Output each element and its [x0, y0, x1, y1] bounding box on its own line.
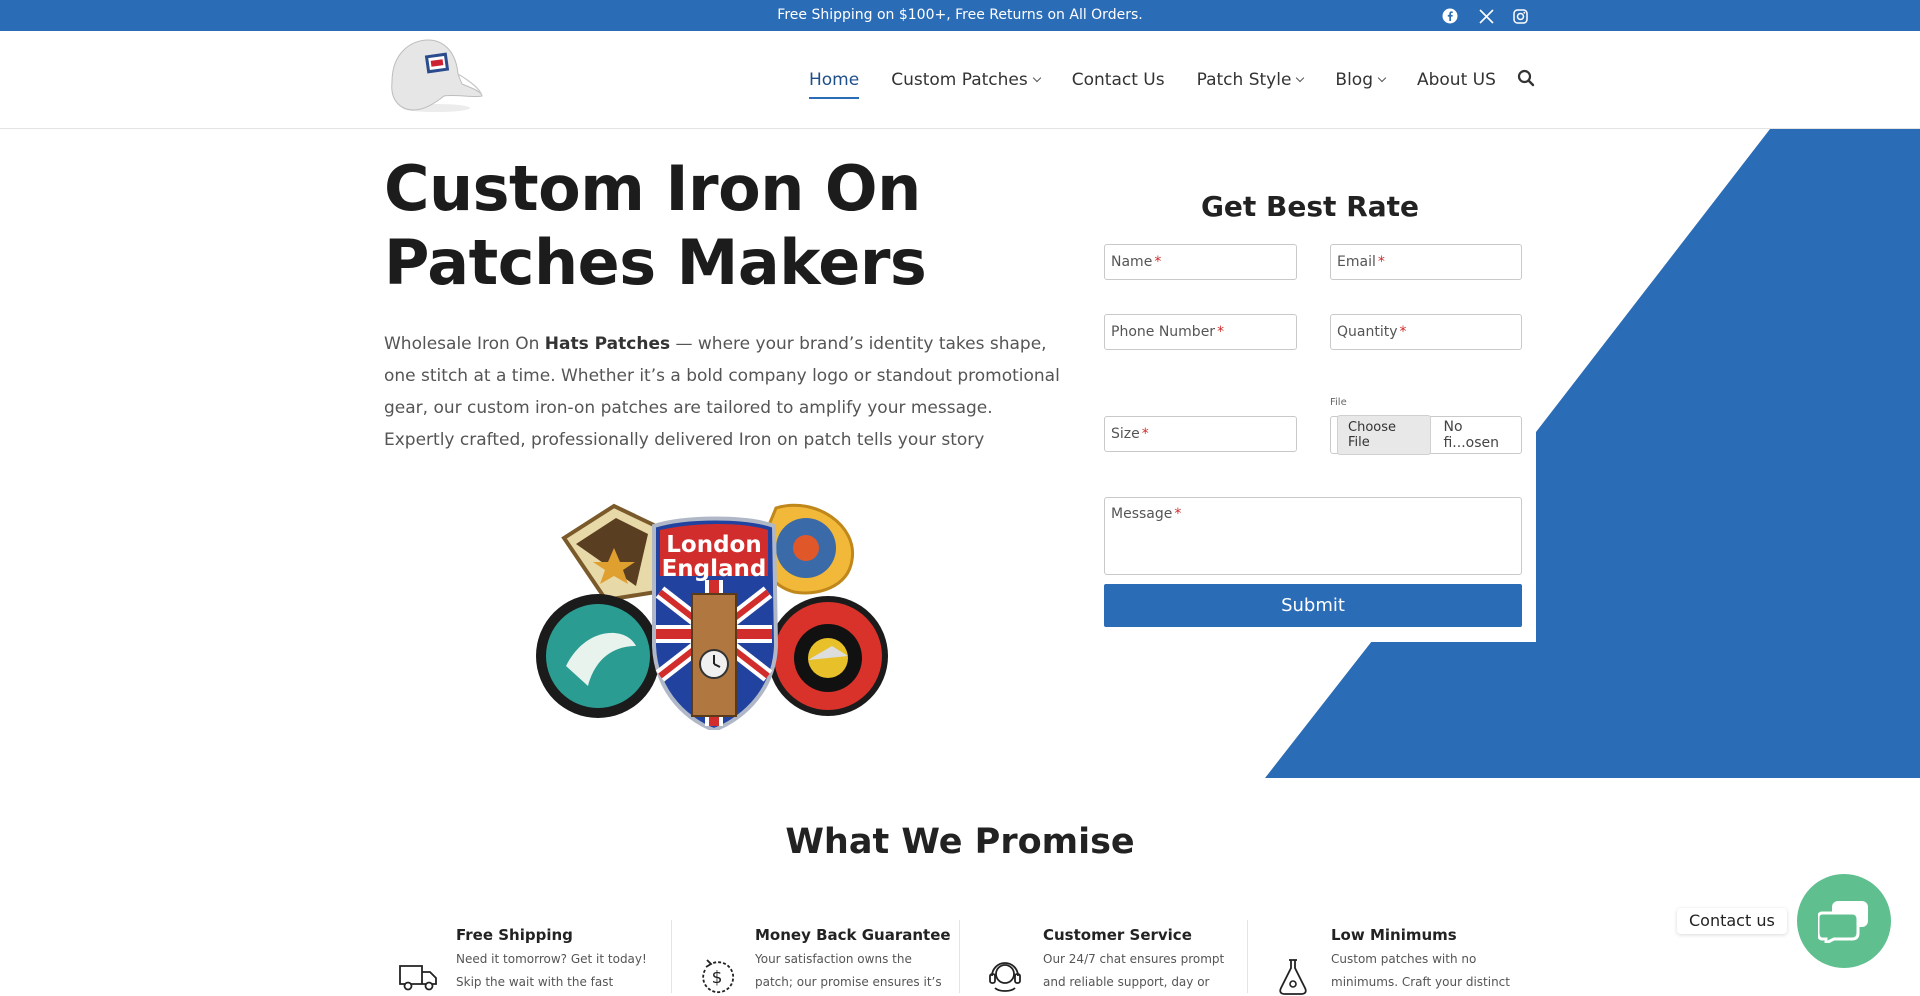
- file-status: No fi...osen: [1443, 419, 1499, 451]
- contact-us-label[interactable]: Contact us: [1677, 908, 1787, 934]
- size-field[interactable]: Size *: [1104, 416, 1297, 452]
- email-field[interactable]: Email *: [1330, 244, 1522, 280]
- instagram-icon[interactable]: [1510, 6, 1530, 26]
- file-label: File: [1330, 397, 1347, 408]
- svg-text:$: $: [712, 968, 723, 988]
- required-mark: *: [1141, 426, 1149, 442]
- form-title: Get Best Rate: [1200, 190, 1420, 223]
- promise-line1: Custom patches with no: [1331, 952, 1477, 966]
- quantity-field[interactable]: Quantity *: [1330, 314, 1522, 350]
- nav-contact-us-label: Contact Us: [1071, 70, 1165, 90]
- promise-heading: Free Shipping: [456, 926, 573, 944]
- message-field[interactable]: Message *: [1104, 497, 1522, 575]
- promise-customer-service: Customer Service Our 24/7 chat ensures p…: [985, 926, 1255, 996]
- x-icon[interactable]: [1476, 6, 1496, 26]
- phone-field[interactable]: Phone Number *: [1104, 314, 1297, 350]
- hero-title-line2: Patches Makers: [384, 226, 927, 299]
- choose-file-button[interactable]: Choose File: [1337, 415, 1432, 455]
- promise-description: Your satisfaction owns the patch; our pro…: [755, 948, 955, 994]
- site-header: Home Custom Patches Contact Us Patch Sty…: [0, 31, 1920, 129]
- hero-title-line1: Custom Iron On: [384, 152, 921, 225]
- hero-text-bold: Hats Patches: [544, 334, 671, 354]
- promise-heading: Money Back Guarantee: [755, 926, 951, 944]
- low-minimum-icon: [1279, 959, 1307, 995]
- patch-text-line2: England: [662, 556, 767, 582]
- promise-description: Our 24/7 chat ensures prompt and reliable…: [1043, 948, 1243, 994]
- promise-description: Custom patches with no minimums. Craft yo…: [1331, 948, 1531, 994]
- headset-icon: [989, 962, 1021, 992]
- chevron-down-icon: [1296, 73, 1305, 83]
- truck-icon: [399, 965, 437, 991]
- promise-line1: Need it tomorrow? Get it today!: [456, 952, 647, 966]
- quantity-placeholder: Quantity: [1337, 324, 1398, 340]
- promise-line1: Our 24/7 chat ensures prompt: [1043, 952, 1225, 966]
- chat-icon: [1818, 901, 1868, 943]
- chat-button[interactable]: [1797, 874, 1891, 968]
- promise-line2: and reliable support, day or: [1043, 975, 1210, 989]
- divider: [959, 920, 960, 993]
- promise-description: Need it tomorrow? Get it today! Skip the …: [456, 948, 656, 994]
- divider: [671, 920, 672, 993]
- patch-text-line1: London: [666, 532, 761, 558]
- promise-title: What We Promise: [785, 822, 1135, 862]
- promo-text: Free Shipping on $100+, Free Returns on …: [777, 7, 1143, 23]
- nav-home[interactable]: Home: [809, 65, 860, 99]
- divider: [1247, 920, 1248, 993]
- promise-money-back: $ Money Back Guarantee Your satisfaction…: [697, 926, 967, 996]
- search-icon[interactable]: [1517, 69, 1537, 89]
- promise-free-shipping: Free Shipping Need it tomorrow? Get it t…: [398, 926, 668, 996]
- required-mark: *: [1399, 324, 1407, 340]
- chevron-down-icon: [1032, 73, 1041, 83]
- facebook-icon[interactable]: [1440, 6, 1460, 26]
- hero-title: Custom Iron On Patches Makers: [384, 152, 1064, 300]
- hero-text-pre: Wholesale Iron On: [384, 334, 545, 354]
- required-mark: *: [1174, 506, 1182, 522]
- money-back-icon: $: [702, 959, 735, 994]
- phone-placeholder: Phone Number: [1111, 324, 1216, 340]
- quote-form: Get Best Rate Name * Email * Phone Number *…: [1084, 168, 1536, 642]
- submit-button[interactable]: Submit: [1104, 584, 1522, 627]
- promise-heading: Customer Service: [1043, 926, 1192, 944]
- announcement-bar: Free Shipping on $100+, Free Returns on …: [0, 0, 1920, 31]
- site-logo[interactable]: [384, 36, 484, 114]
- patches-image: London England: [536, 503, 888, 730]
- message-placeholder: Message: [1111, 506, 1173, 522]
- nav-custom-patches-label: Custom Patches: [891, 70, 1028, 90]
- nav-about-us[interactable]: About US: [1417, 65, 1496, 95]
- promise-line2: Skip the wait with the fast: [456, 975, 614, 989]
- nav-blog-label: Blog: [1335, 70, 1373, 90]
- promise-heading: Low Minimums: [1331, 926, 1457, 944]
- nav-patch-style[interactable]: Patch Style: [1196, 65, 1305, 95]
- promise-line2: patch; our promise ensures it’s: [755, 975, 942, 989]
- name-field[interactable]: Name *: [1104, 244, 1297, 280]
- nav-home-label: Home: [809, 70, 860, 90]
- promise-line2: minimums. Craft your distinct: [1331, 975, 1510, 989]
- size-placeholder: Size: [1111, 426, 1140, 442]
- nav-custom-patches[interactable]: Custom Patches: [891, 65, 1041, 95]
- file-upload[interactable]: Choose File No fi...osen: [1330, 415, 1522, 455]
- nav-patch-style-label: Patch Style: [1196, 70, 1292, 90]
- promise-line1: Your satisfaction owns the: [755, 952, 912, 966]
- main-nav: Home Custom Patches Contact Us Patch Sty…: [809, 31, 1528, 129]
- required-mark: *: [1377, 254, 1385, 270]
- chevron-down-icon: [1377, 73, 1387, 83]
- nav-contact-us[interactable]: Contact Us: [1072, 65, 1165, 95]
- promise-low-minimums: Low Minimums Custom patches with no minim…: [1273, 926, 1543, 996]
- email-placeholder: Email: [1337, 254, 1376, 270]
- name-placeholder: Name: [1111, 254, 1153, 270]
- hero-description: Wholesale Iron On Hats Patches — where y…: [384, 328, 1064, 456]
- required-mark: *: [1217, 324, 1225, 340]
- nav-about-us-label: About US: [1416, 70, 1496, 90]
- nav-blog[interactable]: Blog: [1335, 65, 1387, 95]
- required-mark: *: [1154, 254, 1162, 270]
